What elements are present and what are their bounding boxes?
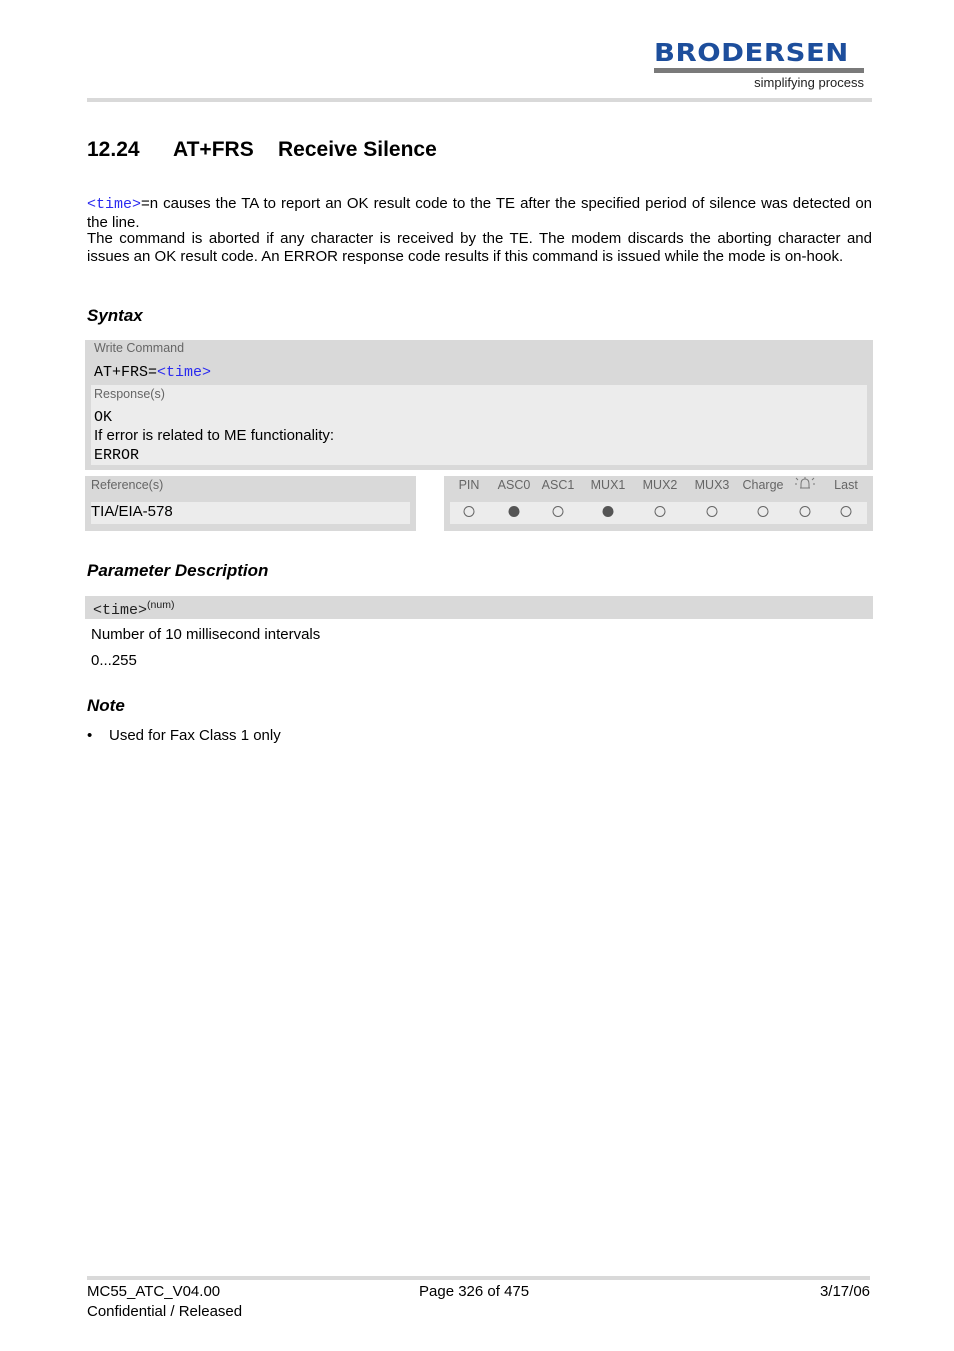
footer-document-id: MC55_ATC_V04.00 <box>87 1283 221 1300</box>
flag-dot-last <box>840 506 852 517</box>
flag-dot-asc0 <box>508 506 520 517</box>
write-command: AT+FRS=<time> <box>94 364 211 381</box>
flag-header-charge: Charge <box>742 478 784 492</box>
brodersen-logo: BRODERSEN simplifying process <box>654 40 866 92</box>
flag-header-mux2: MUX2 <box>642 478 678 492</box>
alarm-icon <box>795 476 815 495</box>
intro-paragraph-1: <time>=n causes the TA to report an OK r… <box>87 195 872 232</box>
flag-header-asc0: ASC0 <box>497 478 531 492</box>
note-heading: Note <box>87 696 125 715</box>
flag-dot-mux1 <box>602 506 614 517</box>
header-divider <box>87 98 872 102</box>
parameter-description-heading: Parameter Description <box>87 561 269 580</box>
response-error: ERROR <box>94 447 140 464</box>
reference-value: TIA/EIA-578 <box>91 503 173 520</box>
write-command-param-link[interactable]: <time> <box>157 364 211 381</box>
note-text: Used for Fax Class 1 only <box>109 727 281 744</box>
flag-dot-mux2 <box>654 506 666 517</box>
flag-header-last: Last <box>834 478 858 492</box>
parameter-header-box <box>85 596 873 619</box>
section-number: 12.24 <box>87 138 140 161</box>
flag-header-mux3: MUX3 <box>694 478 730 492</box>
responses-label: Response(s) <box>94 387 165 401</box>
section-title: 12.24 AT+FRS Receive Silence <box>87 138 437 162</box>
flag-dot-asc1 <box>552 506 564 517</box>
bullet: • <box>87 727 93 744</box>
response-condition: If error is related to ME functionality: <box>94 427 335 444</box>
parameter-name: <time>(num) <box>93 599 174 619</box>
parameter-name-text: <time> <box>93 602 148 619</box>
references-label: Reference(s) <box>91 478 164 492</box>
flag-header-mux1: MUX1 <box>590 478 626 492</box>
logo-tagline: simplifying process <box>754 75 864 90</box>
logo-bar <box>654 68 864 73</box>
write-command-prefix: AT+FRS= <box>94 364 158 381</box>
response-ok: OK <box>94 409 113 426</box>
flag-dot-mux3 <box>706 506 718 517</box>
flag-header-asc1: ASC1 <box>541 478 575 492</box>
intro-text-1: =n causes the TA to report an OK result … <box>87 195 872 231</box>
footer-status: Confidential / Released <box>87 1303 243 1320</box>
responses-box <box>91 385 867 465</box>
parameter-range: 0...255 <box>91 652 137 669</box>
footer-divider <box>87 1276 870 1280</box>
syntax-heading: Syntax <box>87 306 143 325</box>
flag-dot-alarm <box>799 506 811 517</box>
intro-paragraph-2: The command is aborted if any character … <box>87 230 872 265</box>
footer-date: 3/17/06 <box>819 1283 870 1300</box>
section-command: AT+FRS <box>173 138 254 161</box>
section-name: Receive Silence <box>278 138 437 161</box>
logo-brand-text: BRODERSEN <box>654 38 849 67</box>
flag-dot-charge <box>757 506 769 517</box>
flag-header-pin: PIN <box>458 478 480 492</box>
note-item: • Used for Fax Class 1 only <box>87 727 281 744</box>
time-param-link[interactable]: <time> <box>87 196 141 213</box>
footer-page-number: Page 326 of 475 <box>419 1283 530 1300</box>
write-command-label: Write Command <box>94 341 185 355</box>
parameter-description: Number of 10 millisecond intervals <box>91 626 321 643</box>
flag-dot-pin <box>463 506 475 517</box>
parameter-type: (num) <box>147 599 175 611</box>
